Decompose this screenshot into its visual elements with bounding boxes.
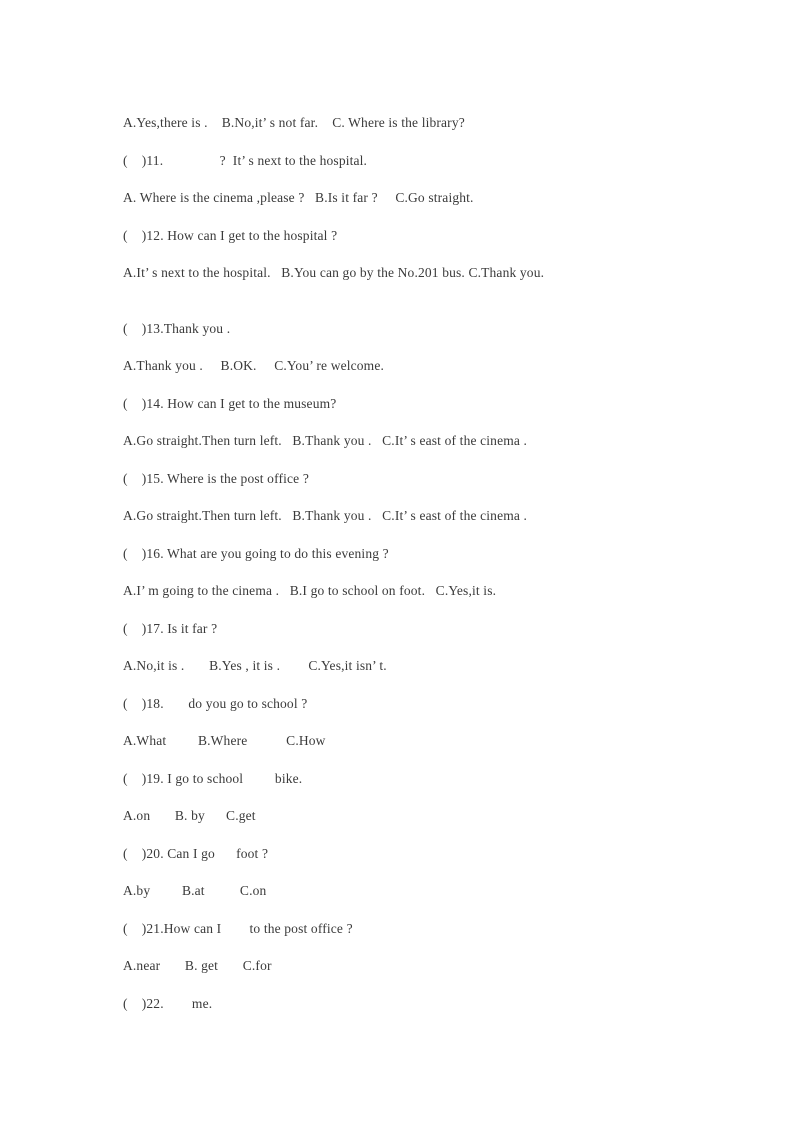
question-item-22: ( )22. me.	[123, 995, 213, 1011]
worksheet-body: A.Yes,there is . B.No,it’ s not far. C. …	[123, 104, 683, 1022]
answer-options-line: A.near B. get C.for	[123, 958, 272, 973]
answer-options-line: A.It’ s next to the hospital. B.You can …	[123, 265, 545, 280]
answer-options-line: A.Yes,there is . B.No,it’ s not far. C. …	[123, 115, 465, 130]
answer-options-line: A. Where is the cinema ,please ? B.Is it…	[123, 190, 474, 205]
question-item-21: ( )21.How can I to the post office ?	[123, 920, 353, 936]
question-item-13: ( )13.Thank you .	[123, 320, 231, 336]
question-item-20: ( )20. Can I go foot ?	[123, 845, 269, 861]
answer-options-line: A.Go straight.Then turn left. B.Thank yo…	[123, 433, 528, 448]
question-item-17: ( )17. Is it far ?	[123, 620, 218, 636]
question-item-15: ( )15. Where is the post office ?	[123, 470, 309, 486]
answer-options-line: A.I’ m going to the cinema . B.I go to s…	[123, 583, 497, 598]
answer-options-line: A.by B.at C.on	[123, 883, 267, 898]
question-item-11: ( )11. ? It’ s next to the hospital.	[123, 152, 368, 168]
answer-options-line: A.Go straight.Then turn left. B.Thank yo…	[123, 508, 528, 523]
answer-options-line: A.Thank you . B.OK. C.You’ re welcome.	[123, 358, 385, 373]
document-page: A.Yes,there is . B.No,it’ s not far. C. …	[0, 0, 793, 1122]
answer-options-line: A.on B. by C.get	[123, 808, 256, 823]
question-item-18: ( )18. do you go to school ?	[123, 695, 308, 711]
answer-options-line: A.No,it is . B.Yes , it is . C.Yes,it is…	[123, 658, 387, 673]
question-item-19: ( )19. I go to school bike.	[123, 770, 303, 786]
question-item-16: ( )16. What are you going to do this eve…	[123, 545, 389, 561]
answer-options-line: A.What B.Where C.How	[123, 733, 326, 748]
question-item-12: ( )12. How can I get to the hospital ?	[123, 227, 338, 243]
question-item-14: ( )14. How can I get to the museum?	[123, 395, 337, 411]
